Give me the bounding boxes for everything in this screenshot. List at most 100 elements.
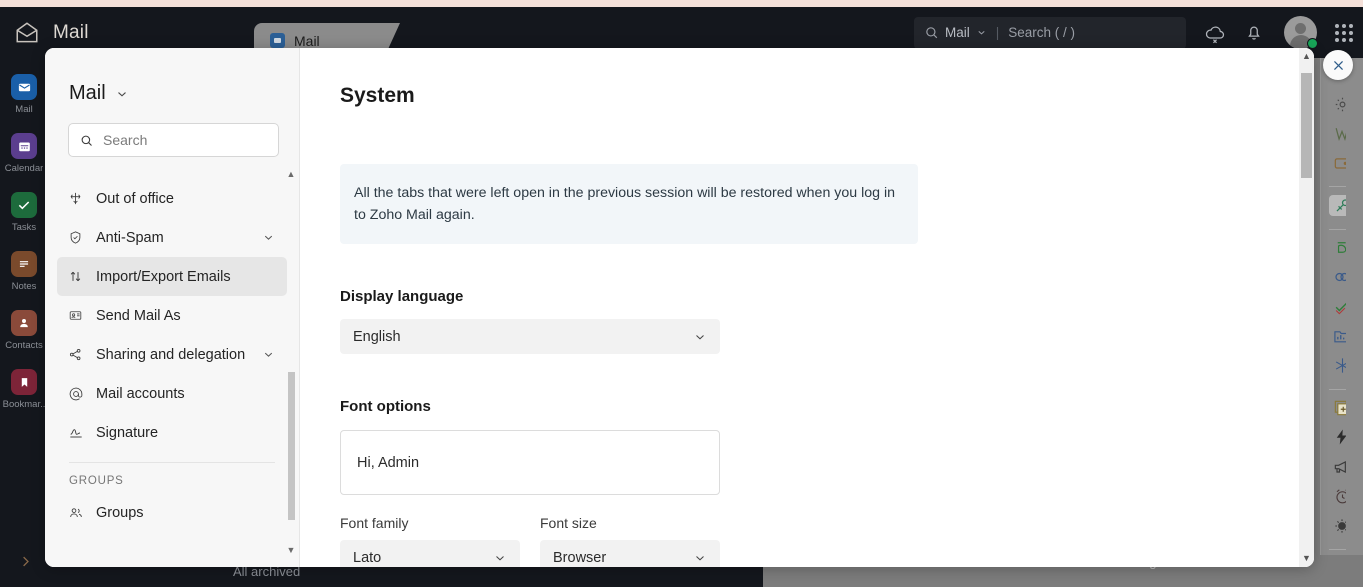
rail-item-notes[interactable]: Notes (0, 251, 48, 292)
font-family-value: Lato (353, 549, 382, 566)
chevron-down-icon (693, 551, 707, 565)
groups-people-icon (67, 505, 84, 521)
font-family-label: Font family (340, 515, 409, 531)
apps-grid-icon[interactable] (1335, 23, 1353, 42)
search-icon (79, 133, 94, 148)
display-language-value: English (353, 328, 401, 345)
rail-label: Contacts (5, 340, 43, 351)
sidebar-item-signature[interactable]: Signature (57, 413, 287, 452)
sidebar-item-groups[interactable]: Groups (57, 493, 287, 532)
rail-item-contacts[interactable]: Contacts (0, 310, 48, 351)
search-icon (924, 25, 939, 40)
cloud-offline-icon[interactable] (1204, 22, 1226, 44)
settings-menu-list: Out of office Anti-Spam Import/Export Em… (45, 179, 299, 567)
sidebar-item-anti-spam[interactable]: Anti-Spam (57, 218, 287, 257)
bookmark-icon (11, 369, 37, 395)
sidebar-item-label: Anti-Spam (96, 229, 164, 246)
user-avatar[interactable] (1284, 16, 1318, 49)
search-scope-label[interactable]: Mail (945, 25, 970, 40)
sidebar-item-label: Signature (96, 424, 159, 441)
font-family-select[interactable]: Lato (340, 540, 520, 567)
mail-tab-icon (270, 33, 285, 48)
tab-label: Mail (294, 32, 320, 49)
rail-label: Tasks (11, 222, 37, 233)
chevron-down-icon (115, 87, 129, 101)
chevron-down-icon[interactable] (262, 231, 275, 244)
chevron-down-icon (493, 551, 507, 565)
signature-icon (67, 425, 84, 441)
font-family-group: Font family Lato (340, 515, 520, 567)
page-scrollbar[interactable] (1346, 58, 1363, 587)
scroll-thumb[interactable] (287, 372, 295, 520)
search-placeholder: Search ( / ) (1008, 25, 1076, 40)
settings-modal: Mail Search Out of office Anti-Spam Impo… (45, 48, 1314, 567)
sidebar-scrollbar[interactable]: ▲ ▼ (285, 170, 297, 555)
page-title: System (340, 84, 415, 107)
settings-sidebar: Mail Search Out of office Anti-Spam Impo… (45, 48, 300, 567)
app-root: Mail Mail Mail | Search ( / ) Mail Calen… (0, 0, 1363, 587)
sidebar-item-out-of-office[interactable]: Out of office (57, 179, 287, 218)
sidebar-item-label: Sharing and delegation (96, 346, 246, 363)
rail-item-tasks[interactable]: Tasks (0, 192, 48, 233)
sidebar-item-import-export-emails[interactable]: Import/Export Emails (57, 257, 287, 296)
chevron-right-icon[interactable] (18, 554, 33, 569)
rail-item-mail[interactable]: Mail (0, 74, 48, 115)
scroll-down-arrow-icon[interactable]: ▼ (1302, 550, 1311, 567)
brand-name: Mail (53, 21, 89, 43)
sidebar-group-heading: GROUPS (69, 475, 124, 487)
display-language-label: Display language (340, 288, 464, 305)
app-rail: Mail Calendar Tasks Notes Contacts Bookm… (0, 58, 48, 587)
mail-icon (11, 74, 37, 100)
sidebar-item-send-mail-as[interactable]: Send Mail As (57, 296, 287, 335)
sidebar-item-label: Out of office (96, 190, 174, 207)
font-size-label: Font size (540, 515, 597, 531)
top-accent-strip (0, 0, 1363, 7)
brand[interactable]: Mail (0, 20, 240, 46)
font-size-select[interactable]: Browser (540, 540, 720, 567)
settings-sidebar-title[interactable]: Mail (45, 48, 299, 105)
rail-item-bookmarks[interactable]: Bookmar.. (0, 369, 48, 410)
scroll-track[interactable] (1301, 65, 1312, 550)
scroll-thumb[interactable] (1301, 73, 1312, 178)
chevron-down-icon (976, 27, 987, 38)
settings-main: System All the tabs that were left open … (300, 48, 1314, 567)
search-input[interactable]: Mail | Search ( / ) (914, 16, 1186, 49)
sidebar-item-mail-accounts[interactable]: Mail accounts (57, 374, 287, 413)
settings-search-input[interactable]: Search (68, 123, 279, 157)
rail-label: Mail (15, 104, 33, 115)
notification-bell-icon[interactable] (1244, 22, 1266, 44)
scroll-up-arrow-icon[interactable]: ▲ (287, 170, 296, 179)
at-sign-icon (67, 386, 84, 402)
share-nodes-icon (67, 347, 84, 362)
calendar-icon (11, 133, 37, 159)
scroll-down-arrow-icon[interactable]: ▼ (287, 546, 296, 555)
settings-search-placeholder: Search (103, 132, 148, 148)
font-options-label: Font options (340, 398, 431, 415)
sidebar-item-label: Import/Export Emails (96, 268, 231, 285)
sidebar-item-label: Mail accounts (96, 385, 185, 402)
main-scrollbar[interactable]: ▲ ▼ (1299, 48, 1314, 567)
settings-content: System All the tabs that were left open … (300, 48, 1314, 567)
search-divider: | (995, 25, 1000, 40)
import-export-arrows-icon (67, 269, 84, 284)
scroll-track[interactable] (287, 179, 295, 546)
close-panel-button[interactable] (1323, 50, 1353, 80)
sidebar-item-label: Groups (96, 504, 144, 521)
display-language-select[interactable]: English (340, 319, 720, 354)
chevron-down-icon[interactable] (262, 348, 275, 361)
sidebar-item-sharing-and-delegation[interactable]: Sharing and delegation (57, 335, 287, 374)
rail-label: Notes (11, 281, 37, 292)
sidebar-divider (69, 462, 275, 463)
scroll-up-arrow-icon[interactable]: ▲ (1302, 48, 1311, 65)
sidebar-item-label: Send Mail As (96, 307, 181, 324)
settings-title-text: Mail (69, 82, 106, 104)
font-size-value: Browser (553, 549, 607, 566)
font-size-group: Font size Browser (540, 515, 720, 567)
rail-label: Calendar (4, 163, 44, 174)
rail-item-calendar[interactable]: Calendar (0, 133, 48, 174)
font-preview-box[interactable]: Hi, Admin (340, 430, 720, 495)
shield-check-icon (67, 230, 84, 245)
mail-envelope-logo-icon (14, 20, 40, 46)
chevron-down-icon (693, 330, 707, 344)
tasks-check-icon (11, 192, 37, 218)
